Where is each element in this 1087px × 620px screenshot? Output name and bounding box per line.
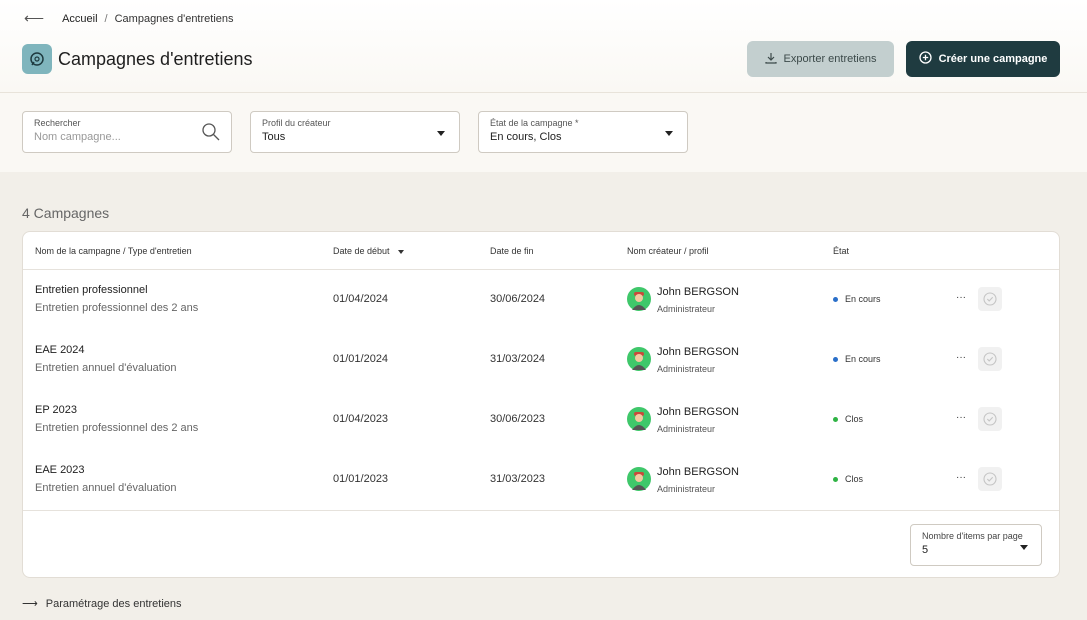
search-icon[interactable] (201, 122, 221, 147)
end-date: 30/06/2024 (490, 293, 546, 305)
campaign-name[interactable]: EP 2023 (35, 404, 77, 416)
breadcrumb-separator: / (104, 12, 108, 25)
avatar (627, 347, 651, 371)
column-start[interactable]: Date de début (333, 246, 404, 256)
more-options-icon[interactable]: ··· (956, 472, 966, 483)
end-date: 31/03/2024 (490, 353, 546, 365)
settings-link-label: Paramétrage des entretiens (45, 597, 182, 610)
status-label: Clos (845, 414, 864, 424)
arrow-left-icon[interactable]: ⟵ (24, 10, 44, 27)
creator-role: Administrateur (657, 484, 716, 494)
column-creator: Nom créateur / profil (627, 246, 709, 256)
campaign-type: Entretien annuel d'évaluation (35, 362, 177, 374)
plus-circle-icon (918, 51, 932, 67)
title-block: Campagnes d'entretiens (22, 44, 253, 74)
creator-name: John BERGSON (657, 286, 739, 298)
status-label: En cours (845, 294, 881, 304)
status-dot (833, 416, 838, 422)
status-dot (833, 476, 838, 482)
create-label: Créer une campagne (938, 53, 1048, 65)
table-header: Nom de la campagne / Type d'entretien Da… (23, 232, 1059, 270)
column-state: État (833, 246, 850, 256)
creator-profile-label: Profil du créateur (262, 118, 331, 128)
table-footer-divider (23, 510, 1059, 511)
avatar (627, 287, 651, 311)
items-per-page-label: Nombre d'items par page (922, 531, 1023, 541)
campaign-state-label: État de la campagne * (490, 118, 579, 128)
status-badge: En cours (833, 354, 881, 364)
export-button[interactable]: Exporter entretiens (747, 41, 894, 77)
status-label: En cours (845, 354, 881, 364)
creator-profile-value: Tous (262, 131, 286, 143)
arrow-right-icon: ⟶ (22, 598, 38, 610)
start-date: 01/04/2024 (333, 293, 389, 305)
creator-name: John BERGSON (657, 406, 739, 418)
more-options-icon[interactable]: ··· (956, 352, 966, 363)
column-start-label: Date de début (333, 246, 390, 256)
table-row[interactable]: EAE 2024 Entretien annuel d'évaluation 0… (23, 330, 1059, 390)
search-label: Rechercher (34, 118, 81, 128)
status-badge: Clos (833, 414, 863, 424)
campaign-state-value: En cours, Clos (490, 131, 562, 143)
more-options-icon[interactable]: ··· (956, 292, 966, 303)
page-title: Campagnes d'entretiens (58, 48, 253, 69)
campaign-type: Entretien professionnel des 2 ans (35, 302, 199, 314)
campaign-name[interactable]: EAE 2023 (35, 464, 85, 476)
table-row[interactable]: EAE 2023 Entretien annuel d'évaluation 0… (23, 450, 1059, 510)
chevron-down-icon (437, 131, 445, 136)
filters-bar: Rechercher Nom campagne... Profil du cré… (0, 93, 1087, 172)
status-dot (833, 296, 838, 302)
end-date: 30/06/2023 (490, 413, 546, 425)
check-circle-icon[interactable] (978, 347, 1002, 371)
start-date: 01/04/2023 (333, 413, 389, 425)
column-name: Nom de la campagne / Type d'entretien (35, 246, 192, 256)
export-label: Exporter entretiens (783, 53, 877, 65)
avatar (627, 467, 651, 491)
start-date: 01/01/2023 (333, 473, 389, 485)
column-end: Date de fin (490, 246, 534, 256)
status-dot (833, 356, 838, 362)
interview-settings-link[interactable]: ⟶ Paramétrage des entretiens (22, 597, 182, 611)
campaign-count: 4 Campagnes (22, 205, 110, 221)
status-badge: Clos (833, 474, 863, 484)
campaign-state-select[interactable]: État de la campagne * En cours, Clos (478, 111, 688, 153)
check-circle-icon[interactable] (978, 407, 1002, 431)
more-options-icon[interactable]: ··· (956, 412, 966, 423)
sort-down-icon[interactable] (397, 249, 404, 254)
download-icon (764, 52, 777, 67)
end-date: 31/03/2023 (490, 473, 546, 485)
search-field[interactable]: Rechercher Nom campagne... (22, 111, 232, 153)
check-circle-icon[interactable] (978, 287, 1002, 311)
avatar (627, 407, 651, 431)
table-row[interactable]: Entretien professionnel Entretien profes… (23, 270, 1059, 330)
creator-role: Administrateur (657, 424, 716, 434)
status-label: Clos (845, 474, 864, 484)
breadcrumb: ⟵ Accueil / Campagnes d'entretiens (24, 10, 234, 27)
campaign-name[interactable]: Entretien professionnel (35, 284, 148, 296)
chat-bubble-icon (22, 44, 52, 74)
items-per-page-select[interactable]: Nombre d'items par page 5 (910, 524, 1042, 566)
create-campaign-button[interactable]: Créer une campagne (906, 41, 1060, 77)
breadcrumb-current: Campagnes d'entretiens (114, 12, 234, 25)
creator-name: John BERGSON (657, 466, 739, 478)
creator-name: John BERGSON (657, 346, 739, 358)
items-per-page-value: 5 (922, 544, 929, 556)
check-circle-icon[interactable] (978, 467, 1002, 491)
campaign-type: Entretien professionnel des 2 ans (35, 422, 199, 434)
breadcrumb-home[interactable]: Accueil (62, 13, 97, 25)
campaign-name[interactable]: EAE 2024 (35, 344, 85, 356)
chevron-down-icon (665, 131, 673, 136)
creator-role: Administrateur (657, 304, 716, 314)
chevron-down-icon (1020, 545, 1028, 550)
start-date: 01/01/2024 (333, 353, 389, 365)
campaign-type: Entretien annuel d'évaluation (35, 482, 177, 494)
creator-profile-select[interactable]: Profil du créateur Tous (250, 111, 460, 153)
page-header: ⟵ Accueil / Campagnes d'entretiens Campa… (0, 0, 1087, 93)
creator-role: Administrateur (657, 364, 716, 374)
table-row[interactable]: EP 2023 Entretien professionnel des 2 an… (23, 390, 1059, 450)
status-badge: En cours (833, 294, 881, 304)
campaigns-table: Nom de la campagne / Type d'entretien Da… (22, 231, 1060, 578)
search-input[interactable]: Nom campagne... (34, 131, 220, 143)
